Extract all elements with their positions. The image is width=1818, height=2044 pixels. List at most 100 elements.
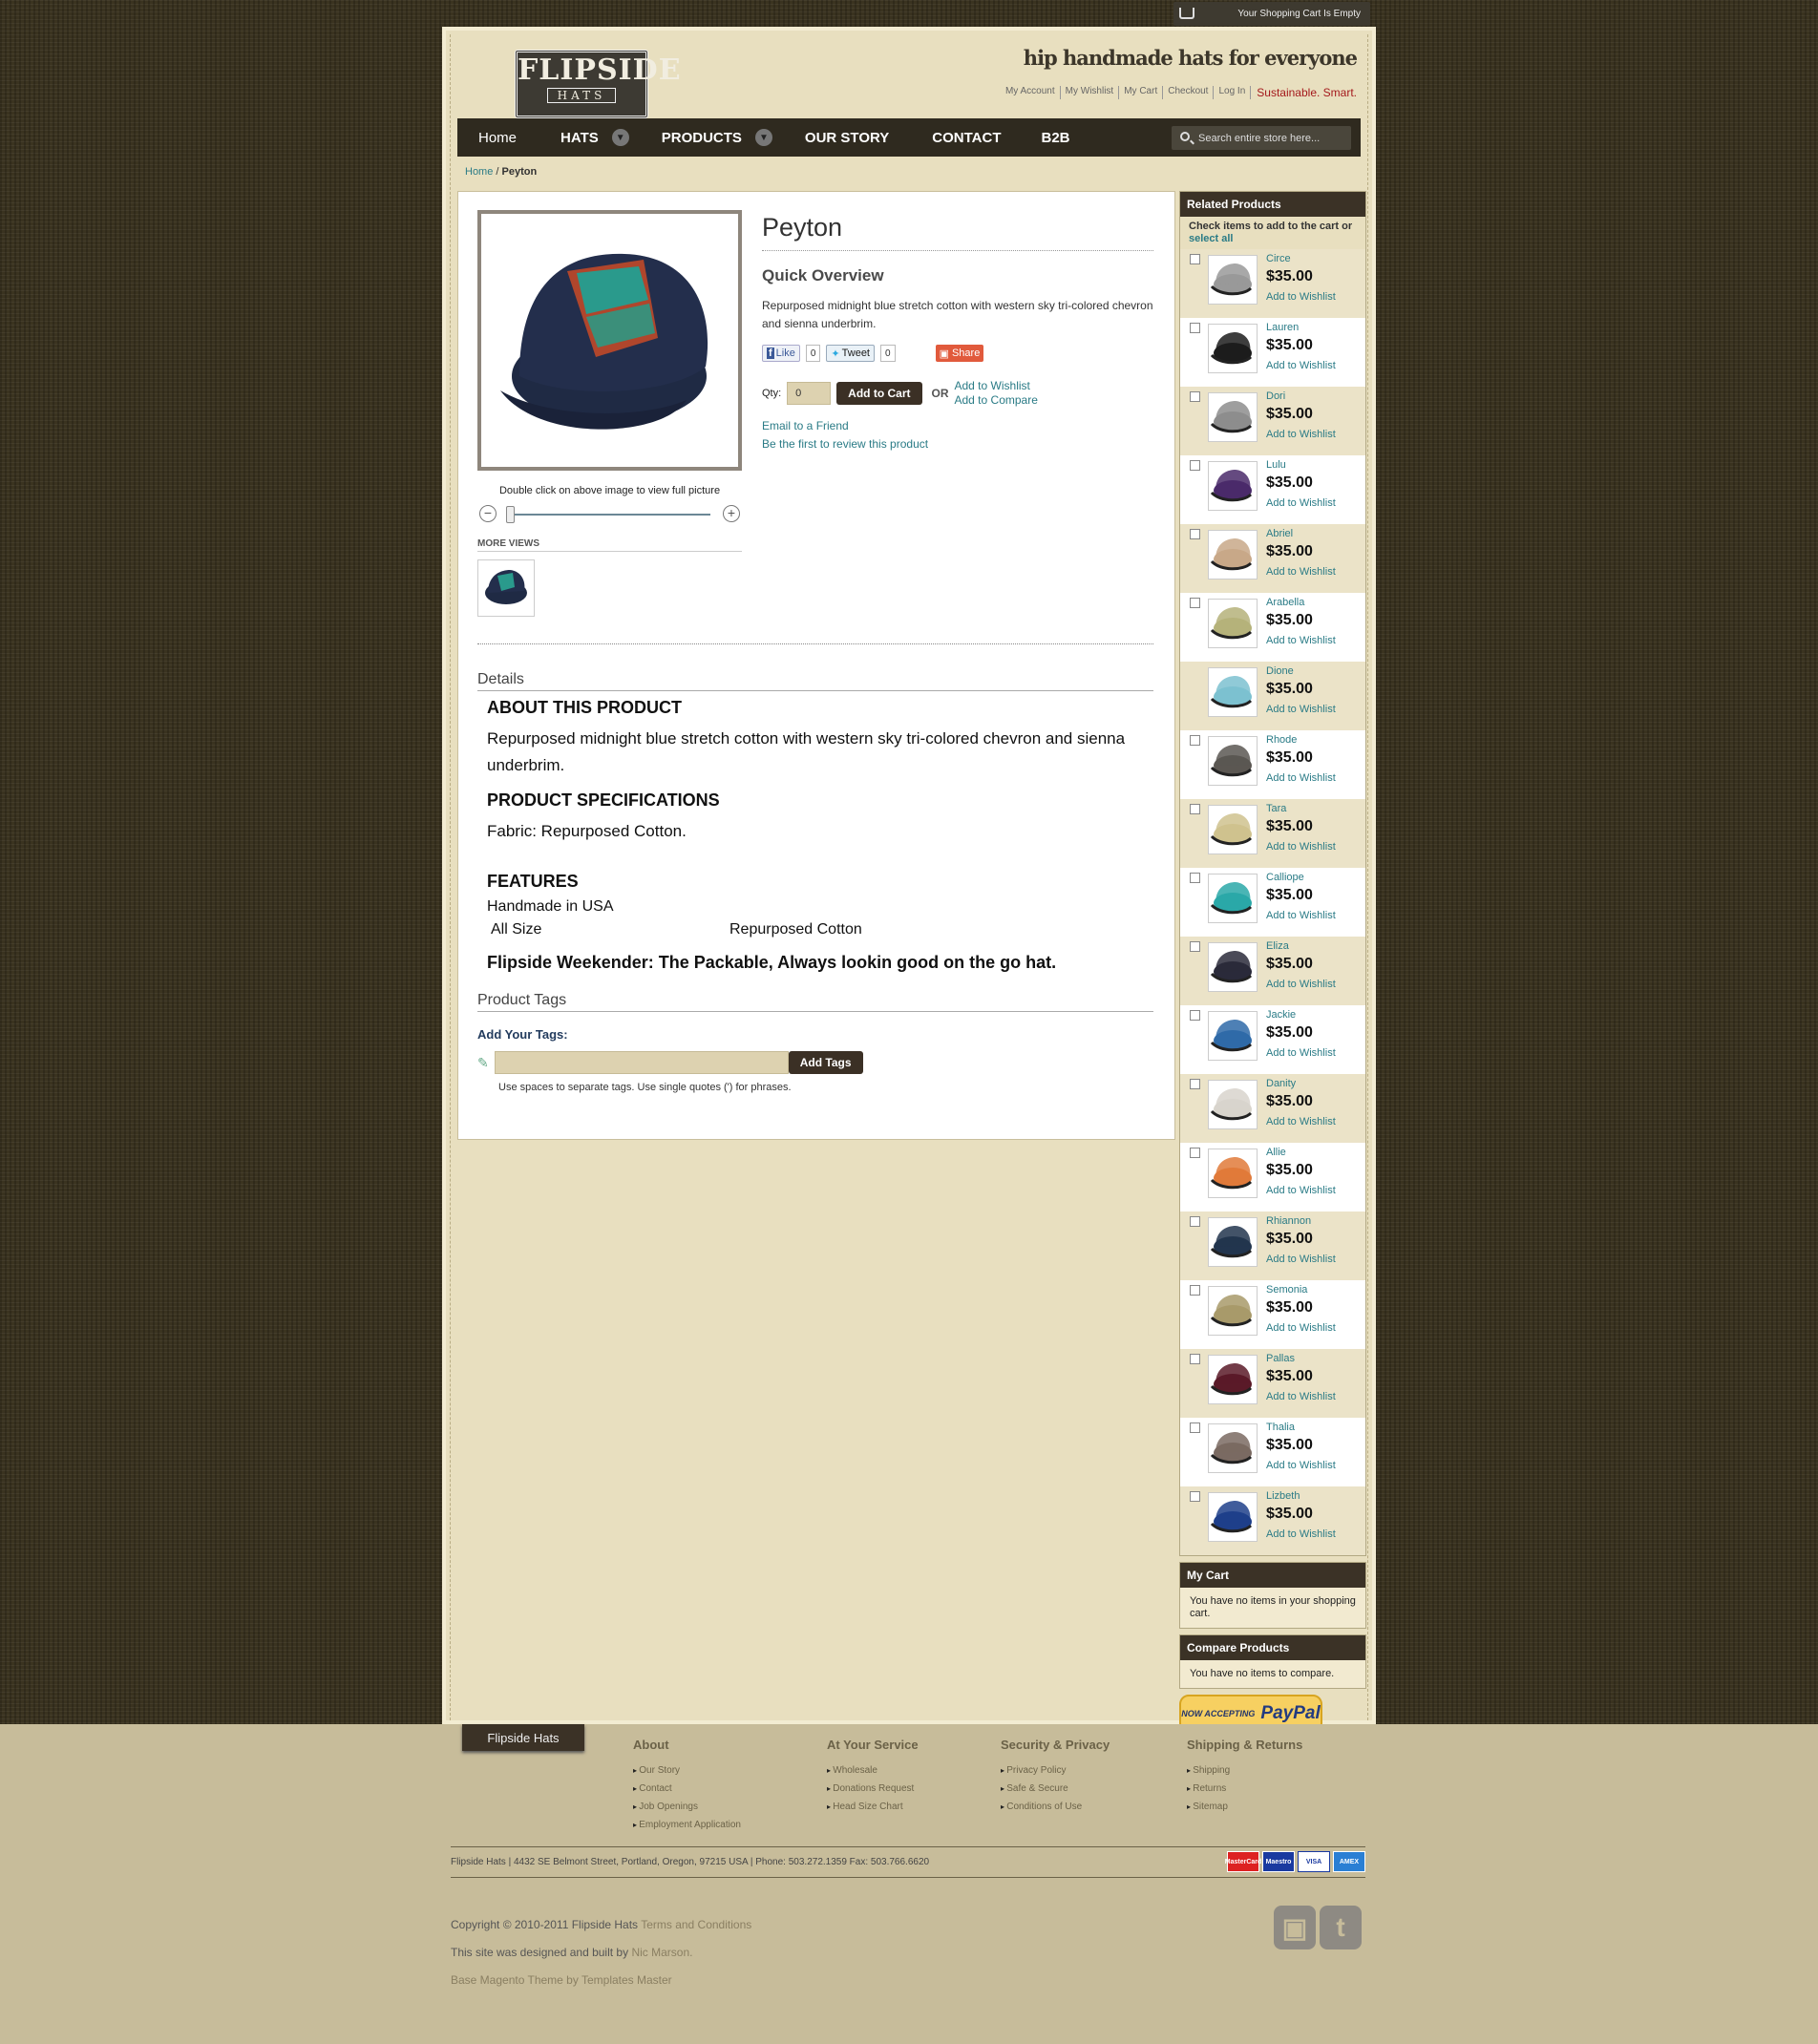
related-thumbnail[interactable]	[1208, 1217, 1258, 1267]
nav-home[interactable]: Home	[478, 118, 517, 157]
related-checkbox[interactable]	[1190, 323, 1200, 333]
twitter-icon[interactable]: t	[1320, 1906, 1362, 1949]
related-thumbnail[interactable]	[1208, 1355, 1258, 1404]
related-wishlist-link[interactable]: Add to Wishlist	[1266, 635, 1336, 646]
nav-products[interactable]: PRODUCTS ▼	[662, 118, 772, 157]
related-wishlist-link[interactable]: Add to Wishlist	[1266, 910, 1336, 921]
related-thumbnail[interactable]	[1208, 1423, 1258, 1473]
related-thumbnail[interactable]	[1208, 255, 1258, 305]
email-friend-link[interactable]: Email to a Friend	[762, 417, 928, 435]
login-link[interactable]: Log In	[1214, 86, 1252, 99]
zoom-slider[interactable]: − +	[479, 505, 742, 524]
footer-link[interactable]: Privacy Policy	[1001, 1761, 1110, 1780]
related-name[interactable]: Dione	[1266, 665, 1294, 677]
related-wishlist-link[interactable]: Add to Wishlist	[1266, 1322, 1336, 1334]
related-wishlist-link[interactable]: Add to Wishlist	[1266, 704, 1336, 715]
related-name[interactable]: Danity	[1266, 1078, 1296, 1089]
my-cart-link[interactable]: My Cart	[1119, 86, 1164, 99]
related-thumbnail[interactable]	[1208, 1148, 1258, 1198]
nav-b2b[interactable]: B2B	[1042, 118, 1070, 157]
footer-link[interactable]: Job Openings	[633, 1798, 741, 1816]
footer-link[interactable]: Contact	[633, 1780, 741, 1798]
related-thumbnail[interactable]	[1208, 805, 1258, 854]
related-wishlist-link[interactable]: Add to Wishlist	[1266, 1185, 1336, 1196]
related-name[interactable]: Lizbeth	[1266, 1490, 1300, 1502]
related-wishlist-link[interactable]: Add to Wishlist	[1266, 772, 1336, 784]
select-all-link[interactable]: select all	[1189, 233, 1233, 244]
related-name[interactable]: Lulu	[1266, 459, 1286, 471]
tag-input[interactable]	[494, 1051, 789, 1074]
related-name[interactable]: Allie	[1266, 1147, 1286, 1158]
related-wishlist-link[interactable]: Add to Wishlist	[1266, 1254, 1336, 1265]
review-link[interactable]: Be the first to review this product	[762, 435, 928, 453]
chevron-down-icon[interactable]: ▼	[611, 129, 629, 146]
footer-link[interactable]: Donations Request	[827, 1780, 919, 1798]
related-name[interactable]: Thalia	[1266, 1422, 1295, 1433]
related-thumbnail[interactable]	[1208, 1286, 1258, 1336]
related-thumbnail[interactable]	[1208, 874, 1258, 923]
add-tags-button[interactable]: Add Tags	[788, 1051, 863, 1074]
related-checkbox[interactable]	[1190, 1079, 1200, 1089]
related-wishlist-link[interactable]: Add to Wishlist	[1266, 979, 1336, 990]
footer-link[interactable]: Safe & Secure	[1001, 1780, 1110, 1798]
qty-input[interactable]: 0	[787, 382, 832, 405]
checkout-link[interactable]: Checkout	[1163, 86, 1215, 99]
breadcrumb-home[interactable]: Home	[465, 166, 493, 178]
tweet-button[interactable]: ✦ Tweet	[826, 345, 875, 362]
related-wishlist-link[interactable]: Add to Wishlist	[1266, 429, 1336, 440]
search-input[interactable]: Search entire store here...	[1172, 126, 1351, 150]
related-thumbnail[interactable]	[1208, 324, 1258, 373]
related-checkbox[interactable]	[1190, 1354, 1200, 1364]
related-wishlist-link[interactable]: Add to Wishlist	[1266, 1116, 1336, 1127]
related-wishlist-link[interactable]: Add to Wishlist	[1266, 1047, 1336, 1059]
related-wishlist-link[interactable]: Add to Wishlist	[1266, 1391, 1336, 1402]
related-wishlist-link[interactable]: Add to Wishlist	[1266, 566, 1336, 578]
related-name[interactable]: Circe	[1266, 253, 1291, 264]
related-name[interactable]: Tara	[1266, 803, 1286, 814]
related-name[interactable]: Arabella	[1266, 597, 1304, 608]
zoom-out-icon[interactable]: −	[479, 505, 497, 522]
related-thumbnail[interactable]	[1208, 599, 1258, 648]
related-checkbox[interactable]	[1190, 873, 1200, 883]
related-thumbnail[interactable]	[1208, 392, 1258, 442]
related-thumbnail[interactable]	[1208, 1492, 1258, 1542]
add-to-wishlist-link[interactable]: Add to Wishlist	[955, 379, 1038, 393]
footer-link[interactable]: Conditions of Use	[1001, 1798, 1110, 1816]
zoom-handle[interactable]	[506, 506, 515, 523]
related-thumbnail[interactable]	[1208, 530, 1258, 579]
related-name[interactable]: Dori	[1266, 390, 1285, 402]
cube-icon[interactable]: ▣	[1274, 1906, 1316, 1949]
terms-link[interactable]: Terms and Conditions	[641, 1918, 751, 1931]
footer-link[interactable]: Shipping	[1187, 1761, 1302, 1780]
related-name[interactable]: Calliope	[1266, 872, 1304, 883]
related-checkbox[interactable]	[1190, 1285, 1200, 1296]
share-button[interactable]: ▣ Share	[935, 345, 984, 362]
footer-link[interactable]: Our Story	[633, 1761, 741, 1780]
related-checkbox[interactable]	[1190, 1010, 1200, 1021]
related-thumbnail[interactable]	[1208, 1011, 1258, 1061]
add-to-cart-button[interactable]: Add to Cart	[836, 382, 922, 405]
product-image[interactable]	[477, 210, 742, 471]
cart-status-bar[interactable]: Your Shopping Cart Is Empty	[1173, 2, 1370, 26]
my-wishlist-link[interactable]: My Wishlist	[1061, 86, 1120, 99]
related-thumbnail[interactable]	[1208, 942, 1258, 992]
related-checkbox[interactable]	[1190, 391, 1200, 402]
designer-link[interactable]: Nic Marson.	[631, 1946, 692, 1959]
nav-hats[interactable]: HATS ▼	[560, 118, 629, 157]
related-name[interactable]: Abriel	[1266, 528, 1293, 539]
related-thumbnail[interactable]	[1208, 1080, 1258, 1129]
related-name[interactable]: Lauren	[1266, 322, 1299, 333]
footer-link[interactable]: Wholesale	[827, 1761, 919, 1780]
related-name[interactable]: Rhode	[1266, 734, 1297, 746]
my-account-link[interactable]: My Account	[1001, 86, 1061, 99]
add-to-compare-link[interactable]: Add to Compare	[955, 393, 1038, 408]
related-thumbnail[interactable]	[1208, 461, 1258, 511]
related-name[interactable]: Eliza	[1266, 940, 1289, 952]
related-checkbox[interactable]	[1190, 254, 1200, 264]
related-checkbox[interactable]	[1190, 1148, 1200, 1158]
zoom-in-icon[interactable]: +	[723, 505, 740, 522]
facebook-like-button[interactable]: f Like	[762, 345, 800, 362]
nav-our-story[interactable]: OUR STORY	[805, 118, 889, 157]
related-checkbox[interactable]	[1190, 1491, 1200, 1502]
footer-link[interactable]: Head Size Chart	[827, 1798, 919, 1816]
